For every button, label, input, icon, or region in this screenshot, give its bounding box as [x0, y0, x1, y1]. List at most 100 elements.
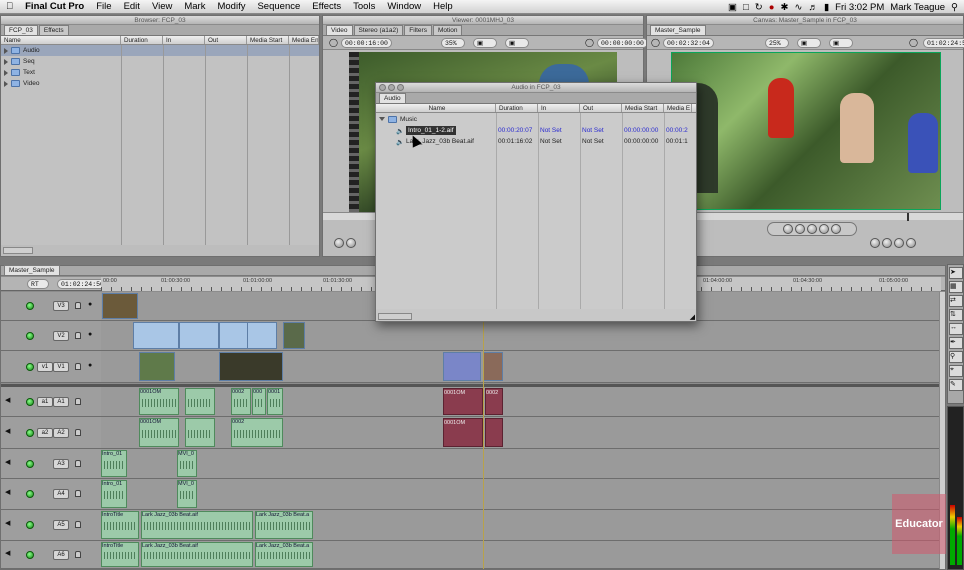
audio-clip[interactable]: Lark Jazz_03b Beat.a — [255, 542, 313, 567]
clock[interactable]: Fri 3:02 PM — [835, 2, 884, 13]
track-a4[interactable]: Intro_01 MVI_0 — [101, 479, 941, 510]
rt-menu[interactable]: RT — [27, 279, 49, 289]
selection-tool[interactable]: ➤ — [949, 267, 963, 279]
clip-name[interactable]: Intro_01_1-2.aif — [406, 126, 456, 135]
track-visibility-toggle[interactable] — [26, 332, 34, 340]
go-to-start-button[interactable] — [783, 224, 793, 234]
audio-clip[interactable]: Lark Jazz_03b Beat.aif — [141, 511, 253, 539]
menu-edit[interactable]: Edit — [118, 1, 146, 12]
record-icon[interactable]: ● — [769, 2, 775, 13]
track-dest-v2[interactable]: V2 — [53, 331, 69, 341]
track-dest-a3[interactable]: A3 — [53, 459, 69, 469]
speaker-icon[interactable]: ● — [88, 331, 92, 338]
camera-icon[interactable]: ▣ — [728, 2, 737, 13]
track-dest-a4[interactable]: A4 — [53, 489, 69, 499]
play-button[interactable] — [807, 224, 817, 234]
canvas-zoom[interactable]: 25% — [765, 38, 789, 48]
track-audible-toggle[interactable] — [26, 429, 34, 437]
tab-fcp03[interactable]: FCP_03 — [4, 25, 38, 35]
track-dest-a2[interactable]: A2 — [53, 428, 69, 438]
lock-icon[interactable] — [75, 460, 81, 467]
track-dest-a6[interactable]: A6 — [53, 550, 69, 560]
col-name[interactable]: Name — [376, 104, 496, 112]
video-clip[interactable] — [179, 322, 219, 349]
list-item[interactable]: Seq — [1, 56, 319, 67]
lock-icon[interactable] — [75, 332, 81, 339]
lock-icon[interactable] — [75, 429, 81, 436]
audio-clip-selected[interactable] — [485, 418, 503, 447]
viewer-view-menu[interactable]: ▣ — [473, 38, 497, 48]
zoom-icon[interactable] — [397, 84, 404, 91]
prev-edit-button[interactable] — [334, 238, 344, 248]
speaker-icon[interactable]: ● — [88, 301, 92, 308]
audio-clip[interactable]: 0001OM — [139, 388, 179, 415]
lock-icon[interactable] — [75, 302, 81, 309]
resize-handle-icon[interactable]: ◢ — [690, 313, 695, 321]
speaker-icon[interactable]: ◀ — [5, 519, 10, 527]
speaker-icon[interactable]: ◀ — [5, 488, 10, 496]
speaker-icon[interactable]: ◀ — [5, 427, 10, 435]
list-item[interactable]: Music — [376, 113, 696, 125]
speaker-icon[interactable]: ◀ — [5, 549, 10, 557]
track-audible-toggle[interactable] — [26, 521, 34, 529]
col-out[interactable]: Out — [580, 104, 622, 112]
track-audible-toggle[interactable] — [26, 398, 34, 406]
canvas-overlay-menu[interactable]: ▣ — [829, 38, 853, 48]
mark-out-button[interactable] — [882, 238, 892, 248]
video-clip[interactable] — [247, 322, 277, 349]
list-item[interactable]: Text — [1, 67, 319, 78]
audio-clip[interactable]: 000 — [252, 388, 266, 415]
menu-file[interactable]: File — [90, 1, 117, 12]
track-src-a2[interactable]: a2 — [37, 428, 53, 438]
col-duration[interactable]: Duration — [496, 104, 538, 112]
table-row[interactable]: 🔈 Lark_Jazz_03b Beat.aif 00:01:16:02 Not… — [376, 136, 696, 147]
track-visibility-toggle[interactable] — [26, 363, 34, 371]
speaker-icon[interactable]: ● — [88, 362, 92, 369]
disclosure-icon[interactable] — [4, 69, 8, 76]
audio-clip[interactable]: Intro_01 — [101, 450, 127, 477]
disclosure-icon[interactable] — [4, 80, 8, 87]
audio-clip[interactable]: MVI_0 — [177, 480, 197, 508]
tab-filters[interactable]: Filters — [404, 25, 432, 35]
speaker-icon[interactable]: ◀ — [5, 458, 10, 466]
audio-clip[interactable]: 0001OM — [139, 418, 179, 447]
tab-motion[interactable]: Motion — [432, 25, 463, 35]
user-name[interactable]: Mark Teague — [890, 2, 945, 13]
audio-clip[interactable]: Intro_01 — [101, 480, 127, 508]
track-v2[interactable] — [101, 321, 941, 351]
menu-sequence[interactable]: Sequence — [251, 1, 306, 12]
shuttle-icon[interactable]: ◯ — [909, 38, 918, 47]
audio-clip[interactable]: 0002 — [231, 388, 251, 415]
audio-clip[interactable]: 0002 — [231, 418, 283, 447]
minimize-icon[interactable] — [388, 84, 395, 91]
table-row[interactable]: 🔈 Intro_01_1-2.aif 00:00:20:07 Not Set N… — [376, 125, 696, 136]
video-clip[interactable] — [219, 322, 249, 349]
menu-window[interactable]: Window — [381, 1, 427, 12]
col-media-end[interactable]: Media E — [664, 104, 692, 112]
lock-icon[interactable] — [75, 551, 81, 558]
battery-icon[interactable]: ▮ — [824, 2, 829, 13]
audio-clip[interactable]: IntroTitle — [101, 542, 139, 567]
tab-timeline-master-sample[interactable]: Master_Sample — [4, 265, 60, 275]
track-dest-v3[interactable]: V3 — [53, 301, 69, 311]
tab-stereo[interactable]: Stereo (a1a2) — [353, 25, 404, 35]
lock-icon[interactable] — [75, 398, 81, 405]
menu-view[interactable]: View — [146, 1, 178, 12]
keyframe-button[interactable] — [906, 238, 916, 248]
list-item[interactable]: Video — [1, 78, 319, 89]
audio-clip[interactable]: MVI_0 — [177, 450, 197, 477]
list-item[interactable]: Audio — [1, 45, 319, 56]
spotlight-icon[interactable]: ⚲ — [951, 2, 958, 13]
lock-icon[interactable] — [75, 363, 81, 370]
lock-icon[interactable] — [75, 490, 81, 497]
canvas-view-menu[interactable]: ▣ — [797, 38, 821, 48]
play-around-button[interactable] — [795, 224, 805, 234]
zoom-tool[interactable]: ⚲ — [949, 351, 963, 363]
disclosure-icon[interactable] — [4, 58, 8, 65]
audio-clip-selected[interactable]: 0001OM — [443, 418, 483, 447]
track-audible-toggle[interactable] — [26, 460, 34, 468]
track-audible-toggle[interactable] — [26, 490, 34, 498]
shuttle-icon[interactable]: ◯ — [329, 38, 338, 47]
track-src-a1[interactable]: a1 — [37, 397, 53, 407]
tab-audio[interactable]: Audio — [379, 93, 406, 103]
